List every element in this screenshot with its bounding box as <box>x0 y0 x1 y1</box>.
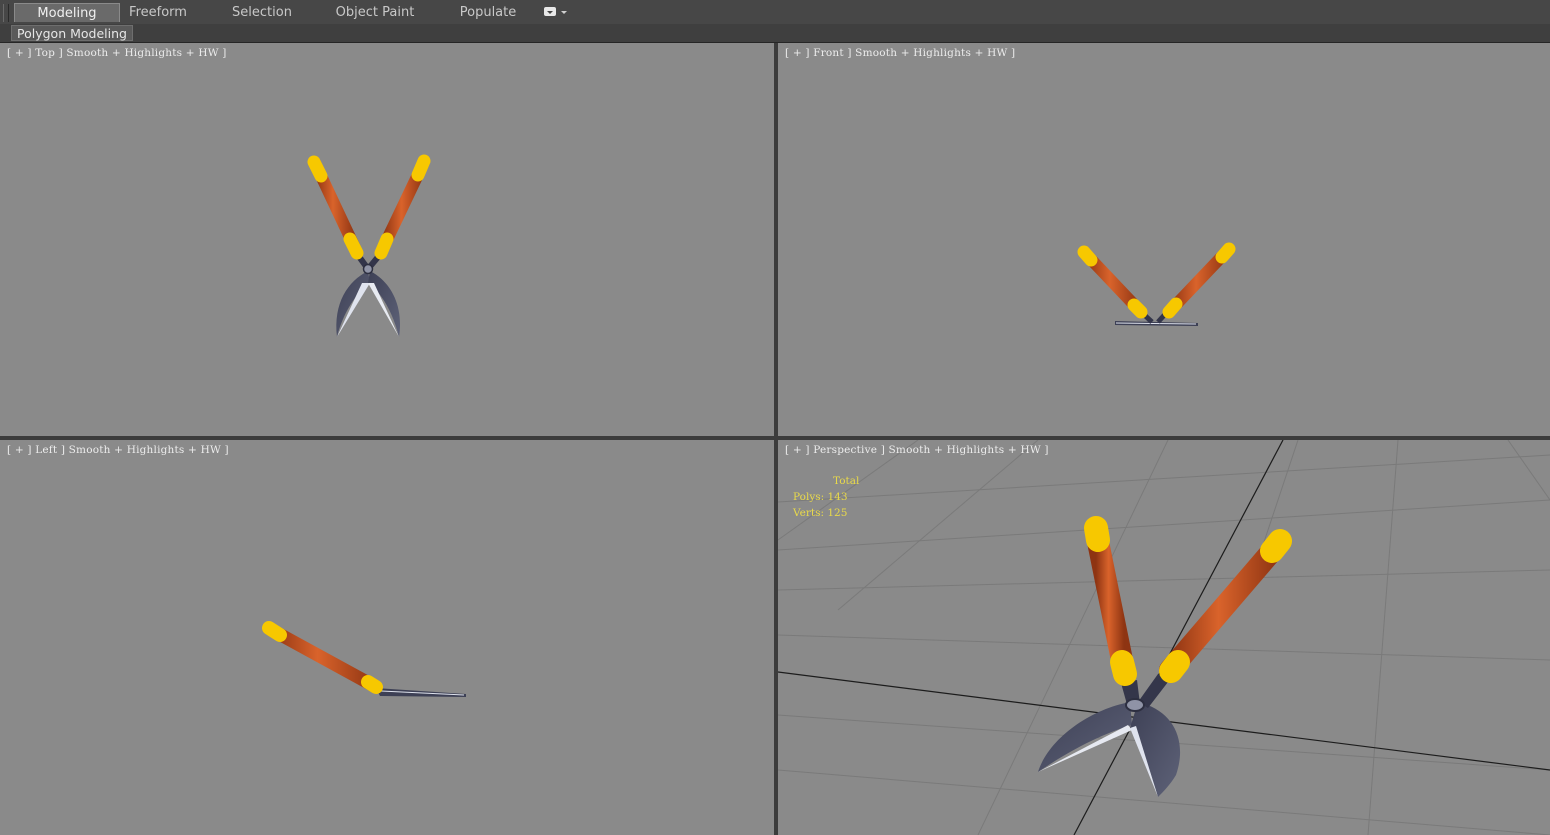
tab-selection[interactable]: Selection <box>214 3 310 22</box>
toolbar-grip[interactable] <box>3 4 9 22</box>
stats-title: Total <box>833 475 860 487</box>
shears-model-front[interactable] <box>778 43 1550 436</box>
tab-modeling[interactable]: Modeling <box>14 3 120 22</box>
stats-verts: Verts: 125 <box>793 507 848 519</box>
tab-populate[interactable]: Populate <box>446 3 530 22</box>
ribbon-options-icon <box>544 7 556 16</box>
stats-polys: Polys: 143 <box>793 491 848 503</box>
ribbon-panel-bar: Polygon Modeling <box>0 24 1550 43</box>
shears-model-top[interactable] <box>0 43 774 436</box>
ribbon-tab-bar: Modeling Freeform Selection Object Paint… <box>0 0 1550 25</box>
viewport-perspective[interactable]: [ + ] Perspective ] Smooth + Highlights … <box>778 440 1550 835</box>
chevron-down-icon <box>561 11 567 14</box>
ribbon-options-button[interactable] <box>542 6 570 18</box>
shears-model-left[interactable] <box>0 440 774 835</box>
shears-model-perspective[interactable] <box>778 440 1550 835</box>
panel-polygon-modeling[interactable]: Polygon Modeling <box>11 25 133 41</box>
tab-object-paint[interactable]: Object Paint <box>326 3 424 22</box>
viewport-label-perspective[interactable]: [ + ] Perspective ] Smooth + Highlights … <box>785 444 1049 456</box>
viewport-top[interactable]: [ + ] Top ] Smooth + Highlights + HW ] <box>0 43 774 436</box>
viewport-left[interactable]: [ + ] Left ] Smooth + Highlights + HW ] <box>0 440 774 835</box>
tab-freeform[interactable]: Freeform <box>116 3 200 22</box>
viewport-front[interactable]: [ + ] Front ] Smooth + Highlights + HW ] <box>778 43 1550 436</box>
